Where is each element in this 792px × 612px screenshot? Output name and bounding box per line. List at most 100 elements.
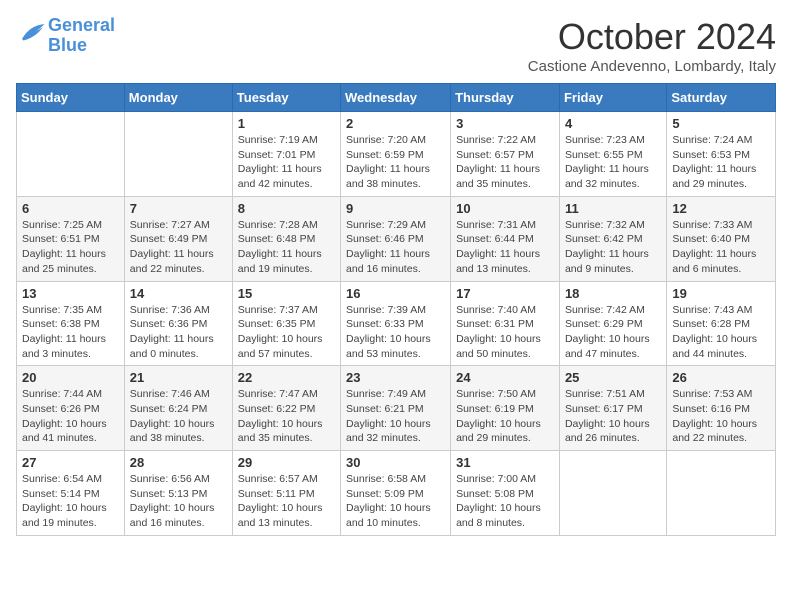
calendar-cell: 2 Sunrise: 7:20 AM Sunset: 6:59 PM Daylig… [341, 112, 451, 197]
day-number: 19 [672, 286, 770, 301]
day-info: Sunrise: 7:37 AM Sunset: 6:35 PM Dayligh… [238, 303, 335, 362]
day-number: 23 [346, 370, 445, 385]
calendar-cell: 25 Sunrise: 7:51 AM Sunset: 6:17 PM Dayli… [559, 366, 666, 451]
day-info: Sunrise: 7:33 AM Sunset: 6:40 PM Dayligh… [672, 218, 770, 277]
day-info: Sunrise: 7:46 AM Sunset: 6:24 PM Dayligh… [130, 387, 227, 446]
calendar-cell [17, 112, 125, 197]
day-number: 18 [565, 286, 661, 301]
day-info: Sunrise: 7:40 AM Sunset: 6:31 PM Dayligh… [456, 303, 554, 362]
calendar-cell: 6 Sunrise: 7:25 AM Sunset: 6:51 PM Daylig… [17, 196, 125, 281]
page-header: General Blue October 2024 Castione Andev… [16, 16, 776, 75]
day-info: Sunrise: 7:20 AM Sunset: 6:59 PM Dayligh… [346, 133, 445, 192]
calendar-cell: 27 Sunrise: 6:54 AM Sunset: 5:14 PM Dayli… [17, 451, 125, 536]
day-info: Sunrise: 7:42 AM Sunset: 6:29 PM Dayligh… [565, 303, 661, 362]
day-info: Sunrise: 7:27 AM Sunset: 6:49 PM Dayligh… [130, 218, 227, 277]
day-number: 2 [346, 116, 445, 131]
calendar-cell: 7 Sunrise: 7:27 AM Sunset: 6:49 PM Daylig… [124, 196, 232, 281]
calendar-cell: 30Sunrise: 6:58 AM Sunset: 5:09 PM Dayli… [341, 451, 451, 536]
day-info: Sunrise: 7:51 AM Sunset: 6:17 PM Dayligh… [565, 387, 661, 446]
day-info: Sunrise: 7:22 AM Sunset: 6:57 PM Dayligh… [456, 133, 554, 192]
logo: General Blue [16, 16, 115, 56]
calendar-cell: 24Sunrise: 7:50 AM Sunset: 6:19 PM Dayli… [451, 366, 560, 451]
day-number: 7 [130, 201, 227, 216]
day-number: 25 [565, 370, 661, 385]
calendar-cell: 16Sunrise: 7:39 AM Sunset: 6:33 PM Dayli… [341, 281, 451, 366]
day-number: 24 [456, 370, 554, 385]
month-title: October 2024 [528, 16, 776, 58]
calendar-cell: 3 Sunrise: 7:22 AM Sunset: 6:57 PM Daylig… [451, 112, 560, 197]
calendar-header-sunday: Sunday [17, 84, 125, 112]
calendar-week-row: 6 Sunrise: 7:25 AM Sunset: 6:51 PM Daylig… [17, 196, 776, 281]
calendar-cell: 21 Sunrise: 7:46 AM Sunset: 6:24 PM Dayli… [124, 366, 232, 451]
day-info: Sunrise: 6:57 AM Sunset: 5:11 PM Dayligh… [238, 472, 335, 531]
day-info: Sunrise: 7:47 AM Sunset: 6:22 PM Dayligh… [238, 387, 335, 446]
day-info: Sunrise: 7:39 AM Sunset: 6:33 PM Dayligh… [346, 303, 445, 362]
day-info: Sunrise: 6:58 AM Sunset: 5:09 PM Dayligh… [346, 472, 445, 531]
day-number: 20 [22, 370, 119, 385]
day-info: Sunrise: 7:53 AM Sunset: 6:16 PM Dayligh… [672, 387, 770, 446]
calendar-header-monday: Monday [124, 84, 232, 112]
day-number: 22 [238, 370, 335, 385]
day-info: Sunrise: 7:19 AM Sunset: 7:01 PM Dayligh… [238, 133, 335, 192]
day-number: 3 [456, 116, 554, 131]
calendar-cell: 18 Sunrise: 7:42 AM Sunset: 6:29 PM Dayli… [559, 281, 666, 366]
day-number: 14 [130, 286, 227, 301]
day-info: Sunrise: 7:43 AM Sunset: 6:28 PM Dayligh… [672, 303, 770, 362]
calendar-cell: 4 Sunrise: 7:23 AM Sunset: 6:55 PM Daylig… [559, 112, 666, 197]
day-number: 13 [22, 286, 119, 301]
calendar-header-row: SundayMondayTuesdayWednesdayThursdayFrid… [17, 84, 776, 112]
calendar-cell [667, 451, 776, 536]
calendar-cell: 19 Sunrise: 7:43 AM Sunset: 6:28 PM Dayli… [667, 281, 776, 366]
calendar-cell: 14 Sunrise: 7:36 AM Sunset: 6:36 PM Dayli… [124, 281, 232, 366]
day-number: 21 [130, 370, 227, 385]
day-info: Sunrise: 7:29 AM Sunset: 6:46 PM Dayligh… [346, 218, 445, 277]
day-number: 1 [238, 116, 335, 131]
location-subtitle: Castione Andevenno, Lombardy, Italy [528, 58, 776, 75]
calendar-cell: 13Sunrise: 7:35 AM Sunset: 6:38 PM Dayli… [17, 281, 125, 366]
calendar-cell: 15Sunrise: 7:37 AM Sunset: 6:35 PM Dayli… [232, 281, 340, 366]
day-number: 5 [672, 116, 770, 131]
calendar-cell [124, 112, 232, 197]
logo-text-line2: Blue [48, 36, 115, 56]
day-number: 12 [672, 201, 770, 216]
day-info: Sunrise: 7:44 AM Sunset: 6:26 PM Dayligh… [22, 387, 119, 446]
calendar-cell: 17 Sunrise: 7:40 AM Sunset: 6:31 PM Dayli… [451, 281, 560, 366]
day-number: 11 [565, 201, 661, 216]
calendar-cell: 28Sunrise: 6:56 AM Sunset: 5:13 PM Dayli… [124, 451, 232, 536]
day-info: Sunrise: 7:23 AM Sunset: 6:55 PM Dayligh… [565, 133, 661, 192]
day-info: Sunrise: 7:31 AM Sunset: 6:44 PM Dayligh… [456, 218, 554, 277]
calendar-cell [559, 451, 666, 536]
day-info: Sunrise: 7:36 AM Sunset: 6:36 PM Dayligh… [130, 303, 227, 362]
day-info: Sunrise: 7:24 AM Sunset: 6:53 PM Dayligh… [672, 133, 770, 192]
calendar-cell: 11 Sunrise: 7:32 AM Sunset: 6:42 PM Dayli… [559, 196, 666, 281]
calendar-body: 1 Sunrise: 7:19 AM Sunset: 7:01 PM Daylig… [17, 112, 776, 536]
day-info: Sunrise: 7:25 AM Sunset: 6:51 PM Dayligh… [22, 218, 119, 277]
calendar-header-tuesday: Tuesday [232, 84, 340, 112]
day-info: Sunrise: 6:54 AM Sunset: 5:14 PM Dayligh… [22, 472, 119, 531]
logo-bird-icon [16, 18, 46, 48]
day-number: 28 [130, 455, 227, 470]
calendar-week-row: 27 Sunrise: 6:54 AM Sunset: 5:14 PM Dayli… [17, 451, 776, 536]
calendar-cell: 8Sunrise: 7:28 AM Sunset: 6:48 PM Daylig… [232, 196, 340, 281]
logo-text-line1: General [48, 16, 115, 36]
calendar-header-wednesday: Wednesday [341, 84, 451, 112]
day-info: Sunrise: 7:00 AM Sunset: 5:08 PM Dayligh… [456, 472, 554, 531]
calendar-cell: 23 Sunrise: 7:49 AM Sunset: 6:21 PM Dayli… [341, 366, 451, 451]
day-info: Sunrise: 7:32 AM Sunset: 6:42 PM Dayligh… [565, 218, 661, 277]
calendar-header-saturday: Saturday [667, 84, 776, 112]
calendar-header-thursday: Thursday [451, 84, 560, 112]
day-info: Sunrise: 7:49 AM Sunset: 6:21 PM Dayligh… [346, 387, 445, 446]
day-number: 27 [22, 455, 119, 470]
calendar-table: SundayMondayTuesdayWednesdayThursdayFrid… [16, 83, 776, 536]
calendar-cell: 22 Sunrise: 7:47 AM Sunset: 6:22 PM Dayli… [232, 366, 340, 451]
calendar-header-friday: Friday [559, 84, 666, 112]
day-number: 9 [346, 201, 445, 216]
calendar-week-row: 1 Sunrise: 7:19 AM Sunset: 7:01 PM Daylig… [17, 112, 776, 197]
calendar-cell: 10 Sunrise: 7:31 AM Sunset: 6:44 PM Dayli… [451, 196, 560, 281]
day-number: 4 [565, 116, 661, 131]
day-number: 10 [456, 201, 554, 216]
calendar-cell: 12 Sunrise: 7:33 AM Sunset: 6:40 PM Dayli… [667, 196, 776, 281]
calendar-cell: 9 Sunrise: 7:29 AM Sunset: 6:46 PM Daylig… [341, 196, 451, 281]
day-number: 17 [456, 286, 554, 301]
day-number: 6 [22, 201, 119, 216]
